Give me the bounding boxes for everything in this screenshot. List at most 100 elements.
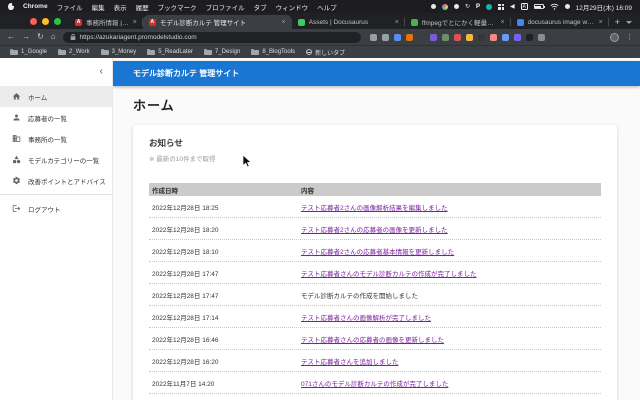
forward-icon[interactable]: → [22, 33, 30, 41]
stage-manager-icon[interactable] [498, 4, 504, 10]
extension-icon-6[interactable] [430, 34, 437, 41]
extension-icon-9[interactable] [466, 34, 473, 41]
notice-link[interactable]: テスト応募者さんの応募者の画像を更新しました [301, 337, 444, 344]
menu-item-7[interactable]: タブ [254, 2, 267, 12]
sidebar-item-category[interactable]: モデルカテゴリーの一覧 [0, 149, 112, 170]
extension-icon-1[interactable] [370, 34, 377, 41]
reload-icon[interactable]: ↻ [37, 33, 44, 41]
browser-tab[interactable]: Assets | Docusaurus× [292, 15, 405, 29]
bookmark-folder[interactable]: 7_Design [204, 49, 240, 55]
profile-avatar[interactable] [610, 33, 619, 42]
extension-icon-8[interactable] [454, 34, 461, 41]
tab-close-icon[interactable]: × [500, 19, 504, 26]
menu-item-6[interactable]: プロファイル [206, 2, 245, 12]
browser-menu-icon[interactable]: ⋮ [626, 33, 633, 41]
menu-item-9[interactable]: ヘルプ [317, 2, 337, 12]
home-icon[interactable]: ⌂ [51, 33, 56, 41]
menu-item-chrome[interactable]: Chrome [23, 3, 48, 10]
bookmark-folder[interactable]: 2_Work [58, 49, 90, 55]
tab-close-icon[interactable]: × [282, 19, 286, 26]
table-row: 2022年12月28日 16:46テスト応募者さんの応募者の画像を更新しました [149, 328, 601, 350]
url-text: https://azukariagent.promodelstudio.com [80, 34, 197, 41]
bookmark-folder[interactable]: 5_ReadLater [147, 49, 193, 55]
tab-close-icon[interactable]: × [133, 19, 137, 26]
menu-bar-clock[interactable]: 12月29日(木) 16:09 [576, 2, 632, 12]
sidebar-item-person[interactable]: 応募者の一覧 [0, 107, 112, 128]
bookmark-label: 5_ReadLater [158, 49, 193, 55]
notice-link[interactable]: テスト応募者2さんの応募者の画像を更新しました [301, 227, 448, 234]
extension-icon-13[interactable] [514, 34, 521, 41]
menu-item-3[interactable]: 表示 [114, 2, 127, 12]
wifi-icon[interactable] [550, 3, 559, 10]
menu-item-4[interactable]: 履歴 [136, 2, 149, 12]
sidebar-item-logout[interactable]: ログアウト [0, 198, 112, 219]
tab-search-chevron-icon[interactable] [626, 21, 632, 24]
tab-close-icon[interactable]: × [599, 19, 603, 26]
sidebar-item-home[interactable]: ホーム [0, 86, 112, 107]
paw-icon[interactable] [454, 4, 459, 9]
apple-logo-icon[interactable] [8, 3, 14, 10]
notice-subtitle: ※ 最新の10件まで取得 [149, 153, 601, 163]
row-date: 2022年12月28日 17:47 [149, 290, 301, 300]
bookmark-folder[interactable]: 8_BlogTools [251, 49, 295, 55]
tab-title: ffmpegでとにかく軽量なGIFを作 [422, 17, 497, 27]
notice-link[interactable]: テスト応募者さんの画像解析が完了しました [301, 315, 431, 322]
extension-icon-14[interactable] [526, 34, 533, 41]
notice-link[interactable]: 071さんのモデル診断カルテの作成が完了しました [301, 381, 448, 388]
browser-tab[interactable]: A事務所情報 | AZUKARI Agent× [69, 15, 143, 29]
new-tab-button[interactable]: + [609, 17, 626, 29]
menu-item-8[interactable]: ウィンドウ [276, 2, 309, 12]
colors-icon[interactable] [442, 4, 448, 10]
extension-icon-15[interactable] [538, 34, 545, 41]
bookmark-label: 8_BlogTools [262, 49, 295, 55]
extension-icon-5[interactable] [418, 34, 425, 41]
notice-link[interactable]: テスト応募者さんのモデル診断カルテの作成が完了しました [301, 271, 477, 278]
logout-icon [12, 204, 21, 213]
bookmark-folder[interactable]: 1_Google [10, 49, 47, 55]
notice-link[interactable]: テスト応募者2さんの画像解析結果を編集しました [301, 205, 448, 212]
input-source-icon[interactable]: A [521, 3, 528, 10]
table-row: 2022年12月28日 18:25テスト応募者2さんの画像解析結果を編集しました [149, 196, 601, 218]
extension-icon-2[interactable] [382, 34, 389, 41]
extension-icon-10[interactable] [478, 34, 485, 41]
minimize-window-button[interactable] [42, 18, 49, 25]
extension-icon-7[interactable] [442, 34, 449, 41]
tab-close-icon[interactable]: × [395, 19, 399, 26]
notice-link[interactable]: テスト応募者2さんの応募者基本情報を更新しました [301, 249, 454, 256]
column-header-content: 内容 [301, 185, 601, 195]
sidebar-item-settings[interactable]: 改善ポイントとアドバイス [0, 170, 112, 191]
extension-icon-3[interactable] [394, 34, 401, 41]
back-icon[interactable]: ← [7, 33, 15, 41]
tab-favicon-icon [298, 19, 305, 26]
bookmark-label: 1_Google [21, 49, 47, 55]
close-window-button[interactable] [30, 18, 37, 25]
browser-tab[interactable]: docusaurus image width css× [511, 15, 609, 29]
menu-extra-icon[interactable] [431, 4, 436, 9]
extension-icon-12[interactable] [502, 34, 509, 41]
sidebar-item-business[interactable]: 事務所の一覧 [0, 128, 112, 149]
onepassword-icon[interactable]: P [476, 4, 480, 10]
browser-tab[interactable]: ffmpegでとにかく軽量なGIFを作× [405, 15, 511, 29]
control-center-icon[interactable] [565, 4, 570, 9]
address-bar[interactable]: https://azukariagent.promodelstudio.com [63, 32, 361, 43]
menu-item-2[interactable]: 編集 [92, 2, 105, 12]
extension-icon-11[interactable] [490, 34, 497, 41]
notice-link[interactable]: テスト応募者さんを追加しました [301, 359, 399, 366]
teal-app-icon[interactable] [486, 4, 492, 10]
battery-icon[interactable] [534, 4, 544, 9]
tab-list: A事務所情報 | AZUKARI Agent×Aモデル診断カルテ 管理サイト×A… [69, 13, 609, 29]
zoom-window-button[interactable] [54, 18, 61, 25]
browser-tab[interactable]: Aモデル診断カルテ 管理サイト× [143, 15, 292, 29]
extension-icon-4[interactable] [406, 34, 413, 41]
table-row: 2022年12月28日 18:10テスト応募者2さんの応募者基本情報を更新しまし… [149, 240, 601, 262]
history-icon[interactable]: ↻ [465, 4, 470, 10]
bookmark-folder[interactable]: 3_Money [101, 49, 137, 55]
chevron-left-icon[interactable]: ‹ [100, 66, 103, 77]
menu-item-1[interactable]: ファイル [57, 2, 83, 12]
row-date: 2022年12月28日 18:10 [149, 246, 301, 256]
folder-icon [251, 50, 259, 55]
bookmark-new-tab[interactable]: 新しいタブ [306, 48, 345, 57]
volume-icon[interactable]: ◀ [510, 4, 515, 10]
menu-item-5[interactable]: ブックマーク [158, 2, 197, 12]
sidebar-item-label: 改善ポイントとアドバイス [28, 176, 106, 186]
